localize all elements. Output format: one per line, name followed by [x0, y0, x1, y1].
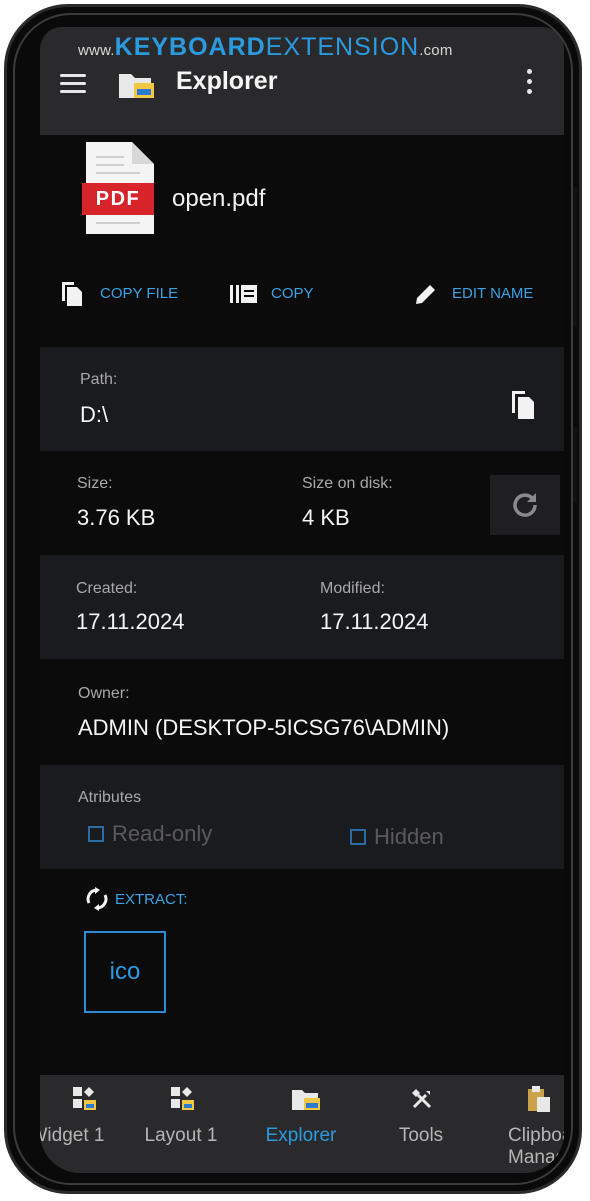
screen: www.KEYBOARDEXTENSION.com Explorer PDF o… — [40, 27, 564, 1173]
extract-ico-button[interactable]: ico — [84, 931, 166, 1013]
nav-label-explorer: Explorer — [265, 1125, 337, 1146]
hidden-checkbox[interactable]: Hidden — [350, 824, 444, 850]
app-header: www.KEYBOARDEXTENSION.com Explorer — [40, 27, 564, 135]
nav-item-clipboard-manager[interactable]: Clipboard Manager — [488, 1075, 564, 1173]
volume-button — [571, 187, 577, 327]
size-on-disk-label: Size on disk: — [302, 475, 393, 492]
dates-section: Created: 17.11.2024 Modified: 17.11.2024 — [40, 555, 564, 659]
copy-file-button[interactable]: COPY FILE — [100, 285, 178, 302]
size-on-disk-value: 4 KB — [302, 505, 350, 530]
nav-item-widget-1[interactable]: Widget 1 — [40, 1075, 122, 1173]
copy-path-icon[interactable] — [510, 389, 536, 426]
clipboard-icon — [528, 1086, 550, 1112]
attributes-label: Atributes — [78, 789, 142, 806]
edit-name-button[interactable]: EDIT NAME — [452, 285, 533, 302]
copy-text-icon[interactable] — [230, 285, 258, 308]
power-button — [571, 427, 577, 503]
pdf-file-icon: PDF — [82, 142, 154, 234]
hamburger-menu-icon[interactable] — [60, 74, 86, 94]
owner-label: Owner: — [78, 685, 130, 702]
attributes-section: Atributes Read-only Hidden — [40, 765, 564, 869]
modified-label: Modified: — [320, 580, 385, 597]
copy-button[interactable]: COPY — [271, 285, 314, 302]
page-title: Explorer — [176, 67, 278, 95]
path-section: Path: D:\ — [40, 347, 564, 451]
hidden-checkbox-box[interactable] — [350, 829, 366, 845]
modified-value: 17.11.2024 — [320, 609, 429, 634]
size-value: 3.76 KB — [77, 505, 156, 530]
pencil-icon[interactable] — [414, 282, 438, 311]
path-label: Path: — [80, 371, 118, 388]
folder-icon — [292, 1090, 320, 1110]
extract-section: EXTRACT: ico — [40, 869, 564, 1075]
size-section: Size: 3.76 KB Size on disk: 4 KB — [40, 451, 564, 555]
tools-icon — [412, 1089, 432, 1109]
pdf-badge: PDF — [82, 183, 154, 215]
extract-label: EXTRACT: — [115, 891, 188, 908]
created-value: 17.11.2024 — [76, 609, 185, 634]
nav-label-widget-1: Widget 1 — [40, 1125, 105, 1146]
phone-frame: www.KEYBOARDEXTENSION.com Explorer PDF o… — [4, 4, 582, 1194]
read-only-checkbox-box[interactable] — [88, 826, 104, 842]
nav-item-explorer[interactable]: Explorer — [246, 1075, 356, 1173]
created-label: Created: — [76, 580, 138, 597]
more-vert-icon[interactable] — [525, 69, 533, 95]
file-name: open.pdf — [172, 185, 266, 212]
owner-value: ADMIN (DESKTOP-5ICSG76\ADMIN) — [78, 715, 450, 740]
path-value: D:\ — [80, 402, 109, 427]
sync-icon — [85, 887, 109, 916]
nav-item-layout-1[interactable]: Layout 1 — [126, 1075, 236, 1173]
refresh-icon — [513, 493, 537, 517]
file-card: PDF — [40, 135, 564, 347]
widget-icon — [171, 1087, 194, 1110]
nav-label-tools: Tools — [398, 1125, 444, 1146]
nav-label-layout-1: Layout 1 — [144, 1125, 218, 1146]
bottom-navigation: Widget 1 Layout 1 Explorer — [40, 1075, 564, 1173]
read-only-checkbox[interactable]: Read-only — [88, 821, 212, 847]
copy-file-icon[interactable] — [60, 280, 84, 313]
watermark: www.KEYBOARDEXTENSION.com — [78, 33, 453, 61]
size-label: Size: — [77, 475, 113, 492]
nav-item-tools[interactable]: Tools — [366, 1075, 476, 1173]
nav-label-clipboard-manager: Clipboard Manager — [508, 1125, 564, 1168]
widget-icon — [73, 1087, 96, 1110]
owner-section: Owner: ADMIN (DESKTOP-5ICSG76\ADMIN) — [40, 659, 564, 765]
refresh-button[interactable] — [490, 475, 560, 535]
folder-icon — [118, 69, 156, 104]
